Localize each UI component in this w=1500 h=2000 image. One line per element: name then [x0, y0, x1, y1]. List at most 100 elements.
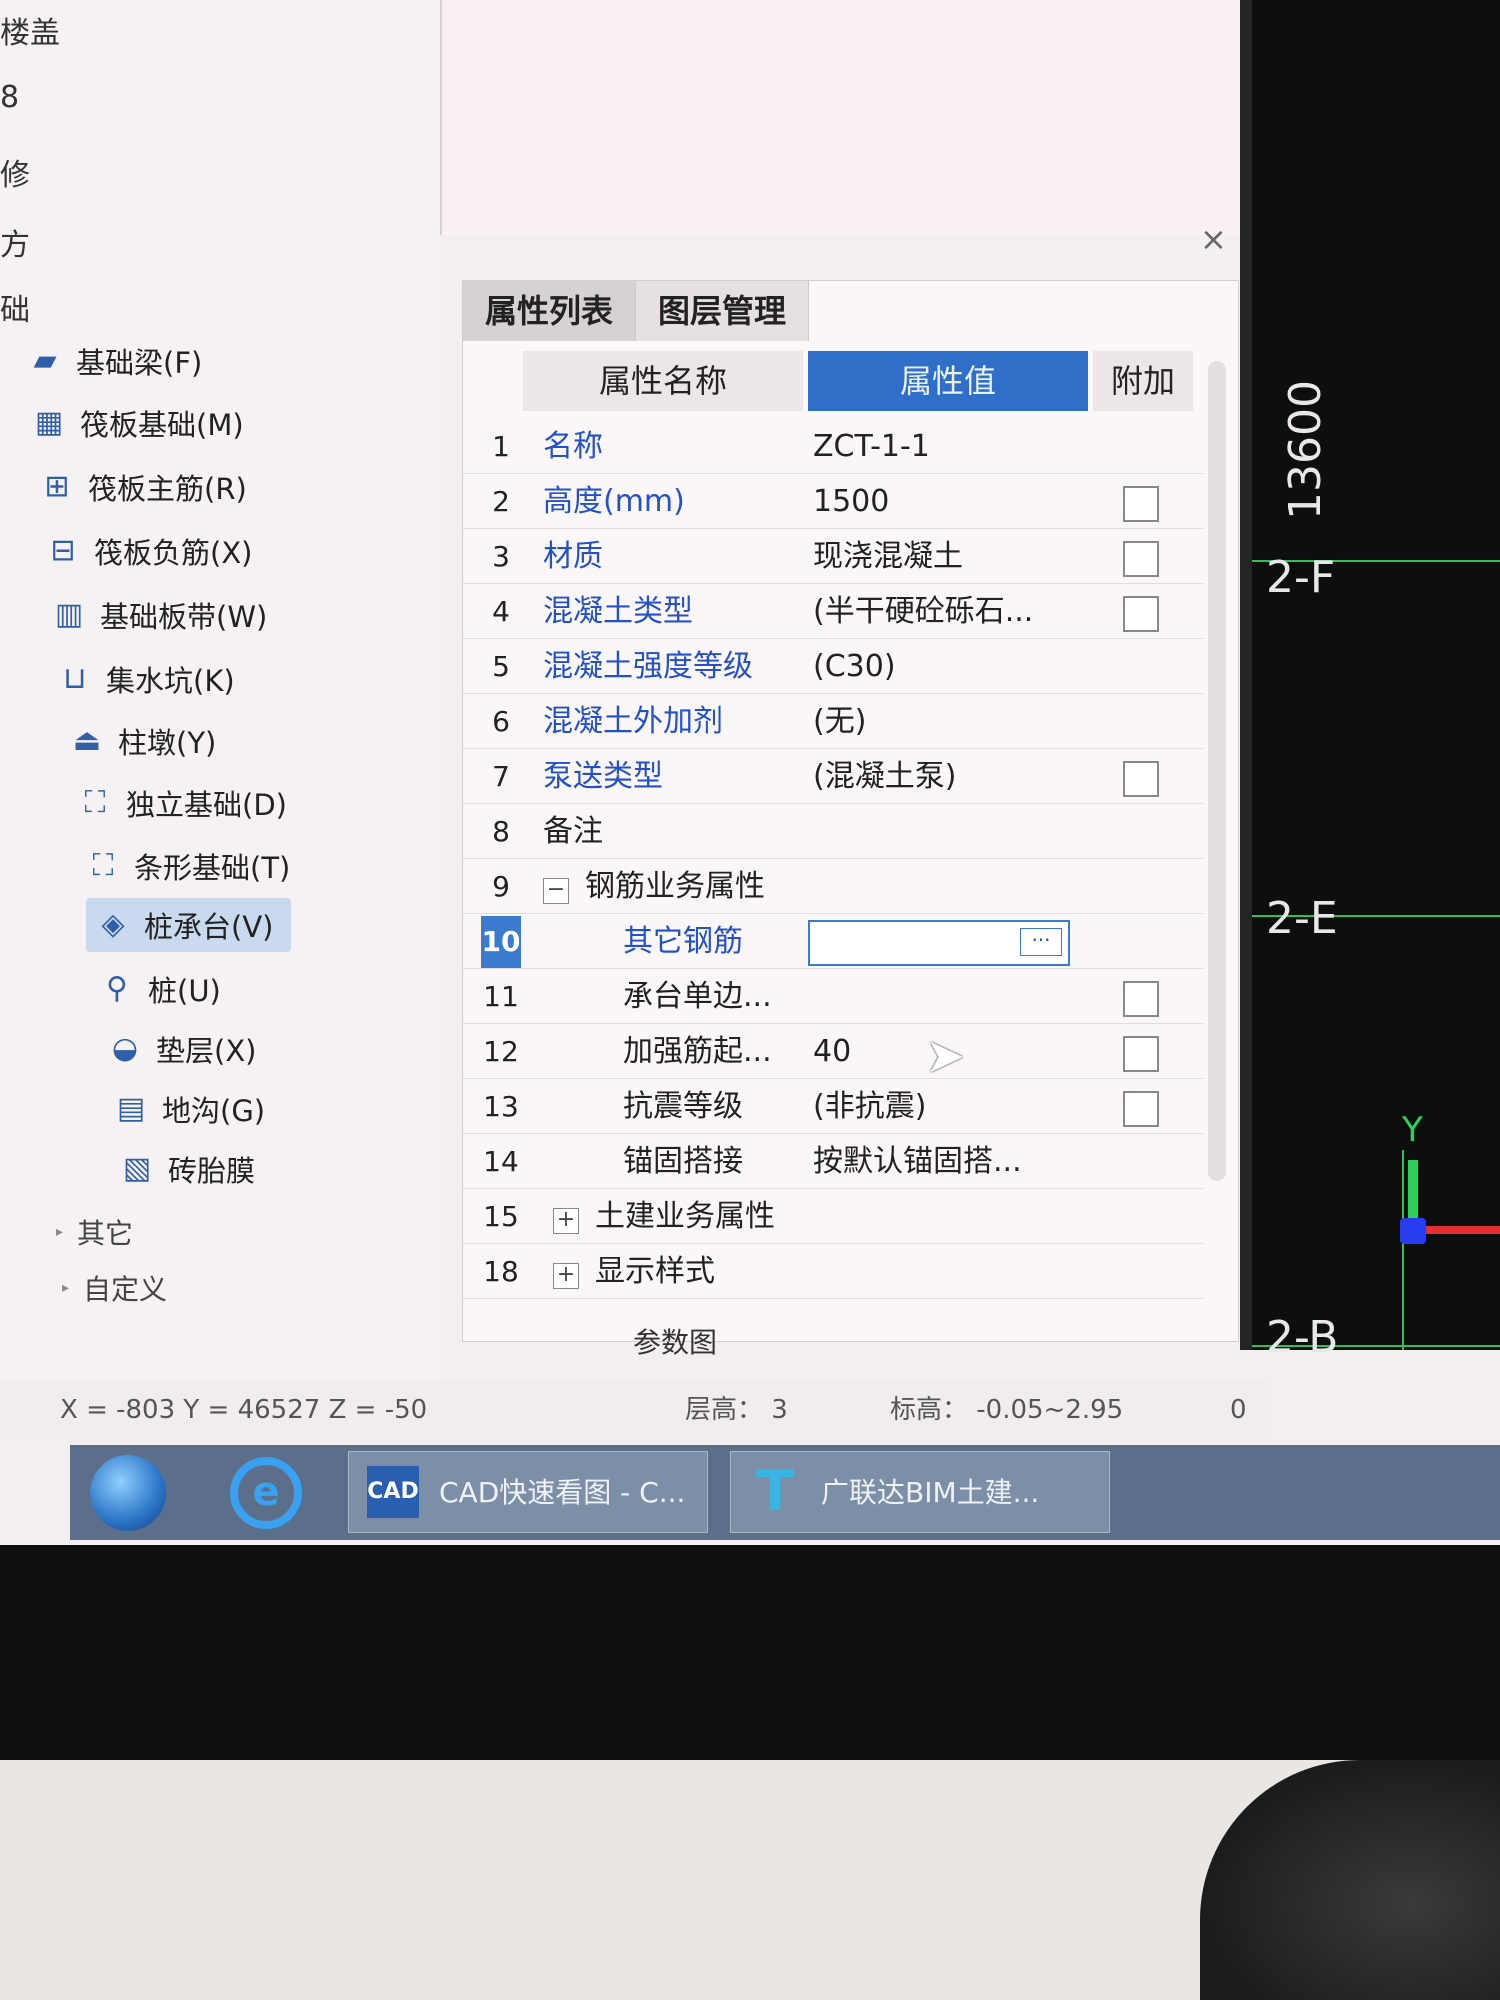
- internet-explorer-icon[interactable]: e: [230, 1457, 302, 1529]
- vertical-scrollbar[interactable]: [1208, 361, 1226, 1181]
- property-row[interactable]: 8 备注: [463, 806, 1203, 859]
- row-number: 14: [483, 1145, 519, 1178]
- attach-checkbox[interactable]: [1123, 541, 1159, 577]
- property-row[interactable]: 3 材质 现浇混凝土: [463, 531, 1203, 584]
- tree-item-brick-mold[interactable]: ▧ 砖胎膜: [120, 1148, 255, 1190]
- tree-item-label: 基础板带(W): [100, 600, 268, 634]
- tree-item-cushion-layer[interactable]: ◒ 垫层(X): [108, 1028, 257, 1070]
- attach-checkbox[interactable]: [1123, 981, 1159, 1017]
- property-group-label: 土建业务属性: [595, 1199, 775, 1234]
- property-value[interactable]: 1500: [813, 476, 1083, 528]
- tree-item-label: 筏板主筋(R): [88, 472, 247, 506]
- status-bar: X = -803 Y = 46527 Z = -50 层高： 3 标高： -0.…: [0, 1380, 1270, 1440]
- screen: × 楼盖 8 修 方 础 ▰ 基础梁(F) ▦ 筏板基础(M) ⊞ 筏板主筋(R…: [0, 0, 1500, 1545]
- property-row[interactable]: 1 名称 ZCT-1-1: [463, 421, 1203, 474]
- property-group-row[interactable]: 15 + 土建业务属性: [463, 1191, 1203, 1244]
- bim-app-icon: T: [755, 1459, 795, 1524]
- property-value[interactable]: 按默认锚固搭...: [813, 1136, 1083, 1188]
- tree-item-label: 垫层(X): [156, 1034, 257, 1068]
- property-group-name: + 土建业务属性: [543, 1191, 813, 1243]
- tree-item-pile[interactable]: ⚲ 桩(U): [100, 968, 221, 1010]
- tree-group-custom[interactable]: ▸ 自定义: [62, 1268, 167, 1308]
- expand-icon[interactable]: +: [553, 1263, 579, 1289]
- tree-item-label: 筏板负筋(X): [94, 536, 253, 570]
- taskbar-app-label: 广联达BIM土建...: [821, 1476, 1040, 1509]
- strip-footing-icon: ⛶: [92, 848, 114, 883]
- property-row[interactable]: 11 承台单边...: [463, 971, 1203, 1024]
- property-value[interactable]: (非抗震): [813, 1081, 1083, 1133]
- column-header-value: 属性值: [808, 351, 1088, 411]
- ellipsis-button[interactable]: ···: [1020, 928, 1062, 956]
- attach-checkbox[interactable]: [1123, 486, 1159, 522]
- start-button-icon[interactable]: [90, 1455, 166, 1531]
- property-group-row[interactable]: 9 − 钢筋业务属性: [463, 861, 1203, 914]
- tree-cut-label: 楼盖: [0, 16, 60, 51]
- tree-item-isolated-footing[interactable]: ⛶ 独立基础(D): [78, 782, 287, 824]
- property-row[interactable]: 14 锚固搭接 按默认锚固搭...: [463, 1136, 1203, 1189]
- attach-checkbox[interactable]: [1123, 1036, 1159, 1072]
- property-group-name: + 显示样式: [543, 1246, 813, 1298]
- tree-item-pile-cap[interactable]: ◈ 桩承台(V): [86, 898, 292, 952]
- close-icon[interactable]: ×: [1200, 220, 1227, 258]
- property-value[interactable]: (C30): [813, 641, 1083, 693]
- tree-item-raft-foundation[interactable]: ▦ 筏板基础(M): [32, 402, 244, 444]
- property-value[interactable]: 现浇混凝土: [813, 531, 1083, 583]
- tree-item-sump-pit[interactable]: ⊔ 集水坑(K): [58, 658, 234, 700]
- tree-item-foundation-strip[interactable]: ▥ 基础板带(W): [52, 594, 268, 636]
- row-number: 2: [492, 485, 510, 518]
- property-value[interactable]: (无): [813, 696, 1083, 748]
- parameter-diagram-link[interactable]: 参数图: [633, 1321, 717, 1361]
- taskbar-app-bim[interactable]: T 广联达BIM土建...: [730, 1451, 1110, 1533]
- isolated-footing-icon: ⛶: [84, 785, 106, 820]
- tree-item-label: 基础梁(F): [76, 346, 203, 380]
- dimension-label: 13600: [1280, 380, 1331, 520]
- attach-checkbox[interactable]: [1123, 1091, 1159, 1127]
- property-row-selected[interactable]: 10 其它钢筋 ···: [463, 916, 1203, 969]
- tree-item-raft-negative-rebar[interactable]: ⊟ 筏板负筋(X): [46, 530, 253, 572]
- tree-item-foundation-beam[interactable]: ▰ 基础梁(F): [28, 340, 202, 382]
- tree-group-other[interactable]: ▸ 其它: [56, 1212, 133, 1252]
- column-pier-icon: ⏏: [72, 723, 102, 758]
- property-row[interactable]: 6 混凝土外加剂 (无): [463, 696, 1203, 749]
- axis-label: 2-F: [1266, 552, 1336, 603]
- tree-item-column-pier[interactable]: ⏏ 柱墩(Y): [70, 720, 217, 762]
- elevation-range: 标高： -0.05~2.95: [890, 1395, 1124, 1425]
- row-number: 4: [492, 595, 510, 628]
- ucs-x-axis: [1422, 1226, 1500, 1234]
- attach-checkbox[interactable]: [1123, 761, 1159, 797]
- row-number: 13: [483, 1090, 519, 1123]
- property-row[interactable]: 7 泵送类型 (混凝土泵): [463, 751, 1203, 804]
- column-header-extra: 附加: [1093, 351, 1193, 411]
- tree-item-label: 条形基础(T): [134, 851, 291, 885]
- tree-cut-label: 方: [0, 228, 30, 263]
- property-row[interactable]: 5 混凝土强度等级 (C30): [463, 641, 1203, 694]
- tree-item-strip-footing[interactable]: ⛶ 条形基础(T): [86, 845, 291, 887]
- property-row[interactable]: 12 加强筋起... 40: [463, 1026, 1203, 1079]
- property-group-row[interactable]: 18 + 显示样式: [463, 1246, 1203, 1299]
- axis-label: 2-B: [1266, 1312, 1339, 1363]
- property-value[interactable]: ZCT-1-1: [813, 421, 1083, 473]
- tree-group-label: 其它: [77, 1217, 134, 1250]
- property-value[interactable]: (混凝土泵): [813, 751, 1083, 803]
- tree-item-label: 地沟(G): [162, 1094, 266, 1128]
- tree-item-trench[interactable]: ▤ 地沟(G): [114, 1088, 265, 1130]
- cad-drawing-canvas[interactable]: 13600 2-F 2-E 2-B Y: [1240, 0, 1500, 1363]
- row-number: 6: [492, 705, 510, 738]
- tab-property-list[interactable]: 属性列表: [463, 281, 637, 341]
- floor-height: 层高： 3: [685, 1395, 788, 1425]
- tree-item-raft-main-rebar[interactable]: ⊞ 筏板主筋(R): [40, 466, 247, 508]
- other-rebar-input[interactable]: ···: [808, 920, 1070, 966]
- collapse-icon[interactable]: −: [543, 878, 569, 904]
- property-value[interactable]: (半干硬砼砾石...: [813, 586, 1083, 638]
- property-row[interactable]: 2 高度(mm) 1500: [463, 476, 1203, 529]
- property-row[interactable]: 4 混凝土类型 (半干硬砼砾石...: [463, 586, 1203, 639]
- taskbar-app-cad-viewer[interactable]: CAD CAD快速看图 - C...: [348, 1451, 708, 1533]
- expand-arrow-icon: ▸: [56, 1224, 64, 1240]
- property-name: 高度(mm): [543, 484, 685, 519]
- expand-icon[interactable]: +: [553, 1208, 579, 1234]
- attach-checkbox[interactable]: [1123, 596, 1159, 632]
- axis-label: 2-E: [1266, 893, 1338, 944]
- tree-item-label: 桩承台(V): [144, 910, 274, 944]
- tab-layer-management[interactable]: 图层管理: [636, 281, 810, 341]
- property-row[interactable]: 13 抗震等级 (非抗震): [463, 1081, 1203, 1134]
